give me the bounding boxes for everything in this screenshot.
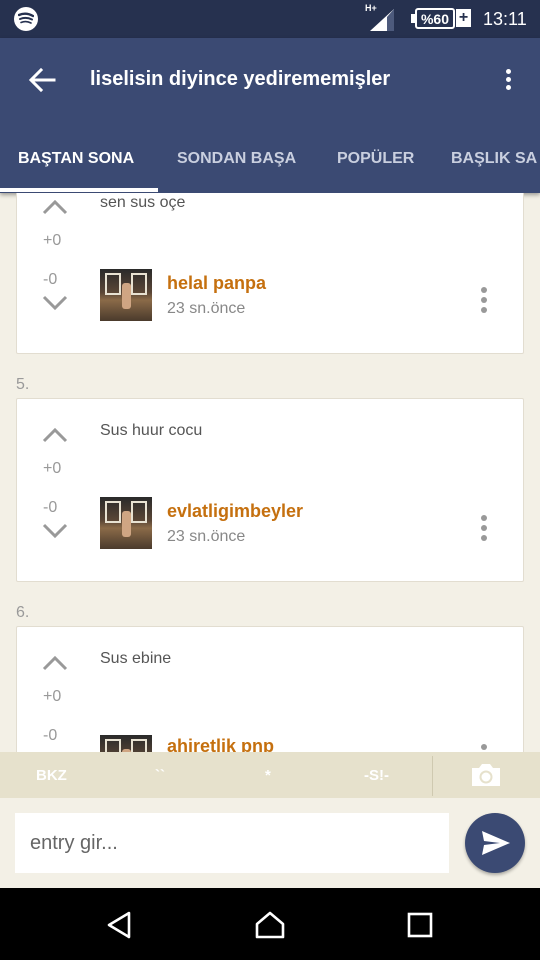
page-title: liselisin diyince yedirememişler (90, 68, 391, 90)
author-link[interactable]: evlatligimbeyler (167, 501, 303, 522)
battery-icon: %60 (415, 8, 455, 29)
downvote-count: -0 (43, 727, 58, 744)
avatar[interactable] (100, 735, 152, 752)
tab-indicator (0, 188, 158, 192)
bkz-button[interactable]: BKZ (36, 767, 67, 784)
entry-card: +0 Sus huur cocu -0 evlatligimbeyler 23 … (16, 398, 524, 582)
upvote-count: +0 (43, 688, 62, 705)
chevron-down-icon[interactable] (41, 294, 69, 312)
entry-number: 5. (16, 376, 30, 393)
author-link[interactable]: helal panpa (167, 273, 266, 294)
format-toolbar: BKZ `` * -S!- (0, 752, 540, 798)
entry-number: 6. (16, 604, 30, 621)
downvote-count: -0 (43, 271, 58, 288)
chevron-up-icon[interactable] (41, 198, 69, 216)
send-icon (482, 831, 510, 855)
entry-card: +0 Sus ebine -0 ahiretlik pnp (16, 626, 524, 752)
signal-icon (370, 9, 394, 31)
nav-back-icon[interactable] (105, 910, 135, 940)
entry-more-icon[interactable] (479, 515, 489, 545)
avatar[interactable] (100, 269, 152, 321)
chevron-up-icon[interactable] (41, 654, 69, 672)
status-bar: H+ %60 + 13:11 (0, 0, 540, 38)
charging-icon: + (456, 9, 471, 27)
downvote-count: -0 (43, 499, 58, 516)
entry-more-icon[interactable] (479, 744, 489, 752)
upvote-count: +0 (43, 460, 62, 477)
entry-text: Sus huur cocu (100, 422, 203, 439)
entry-input[interactable] (15, 813, 449, 873)
app-bar: liselisin diyince yedirememişler BAŞTAN … (0, 38, 540, 193)
upvote-count: +0 (43, 232, 62, 249)
compose-bar (0, 798, 540, 888)
divider (432, 756, 433, 796)
chevron-down-icon[interactable] (41, 522, 69, 540)
tab-baslik[interactable]: BAŞLIK SA (451, 150, 537, 168)
backtick-button[interactable]: `` (155, 767, 165, 784)
entry-feed[interactable]: +0 sen sus oçe -0 helal panpa 23 sn.önce… (0, 193, 540, 752)
entry-card: +0 sen sus oçe -0 helal panpa 23 sn.önce (16, 193, 524, 354)
spotify-icon (14, 7, 38, 31)
author-link[interactable]: ahiretlik pnp (167, 736, 274, 752)
nav-home-icon[interactable] (255, 910, 285, 940)
send-button[interactable] (465, 813, 525, 873)
spoiler-button[interactable]: -S!- (364, 767, 389, 784)
nav-recents-icon[interactable] (405, 910, 435, 940)
entry-text: Sus ebine (100, 650, 172, 667)
camera-icon[interactable] (470, 762, 502, 788)
battery-level: %60 (420, 10, 450, 27)
entry-text: sen sus oçe (100, 194, 186, 211)
tab-bastan-sona[interactable]: BAŞTAN SONA (18, 150, 134, 168)
entry-more-icon[interactable] (479, 287, 489, 317)
entry-time: 23 sn.önce (167, 300, 246, 317)
system-nav-bar (0, 888, 540, 960)
tab-bar: BAŞTAN SONA SONDAN BAŞA POPÜLER BAŞLIK S… (0, 136, 540, 193)
tab-sondan-basa[interactable]: SONDAN BAŞA (177, 150, 296, 168)
entry-time: 23 sn.önce (167, 528, 246, 545)
avatar[interactable] (100, 497, 152, 549)
chevron-up-icon[interactable] (41, 426, 69, 444)
back-arrow-icon[interactable] (28, 66, 56, 94)
more-vert-icon[interactable] (498, 66, 518, 96)
star-button[interactable]: * (265, 767, 271, 784)
clock: 13:11 (483, 9, 527, 29)
tab-populer[interactable]: POPÜLER (337, 150, 414, 168)
